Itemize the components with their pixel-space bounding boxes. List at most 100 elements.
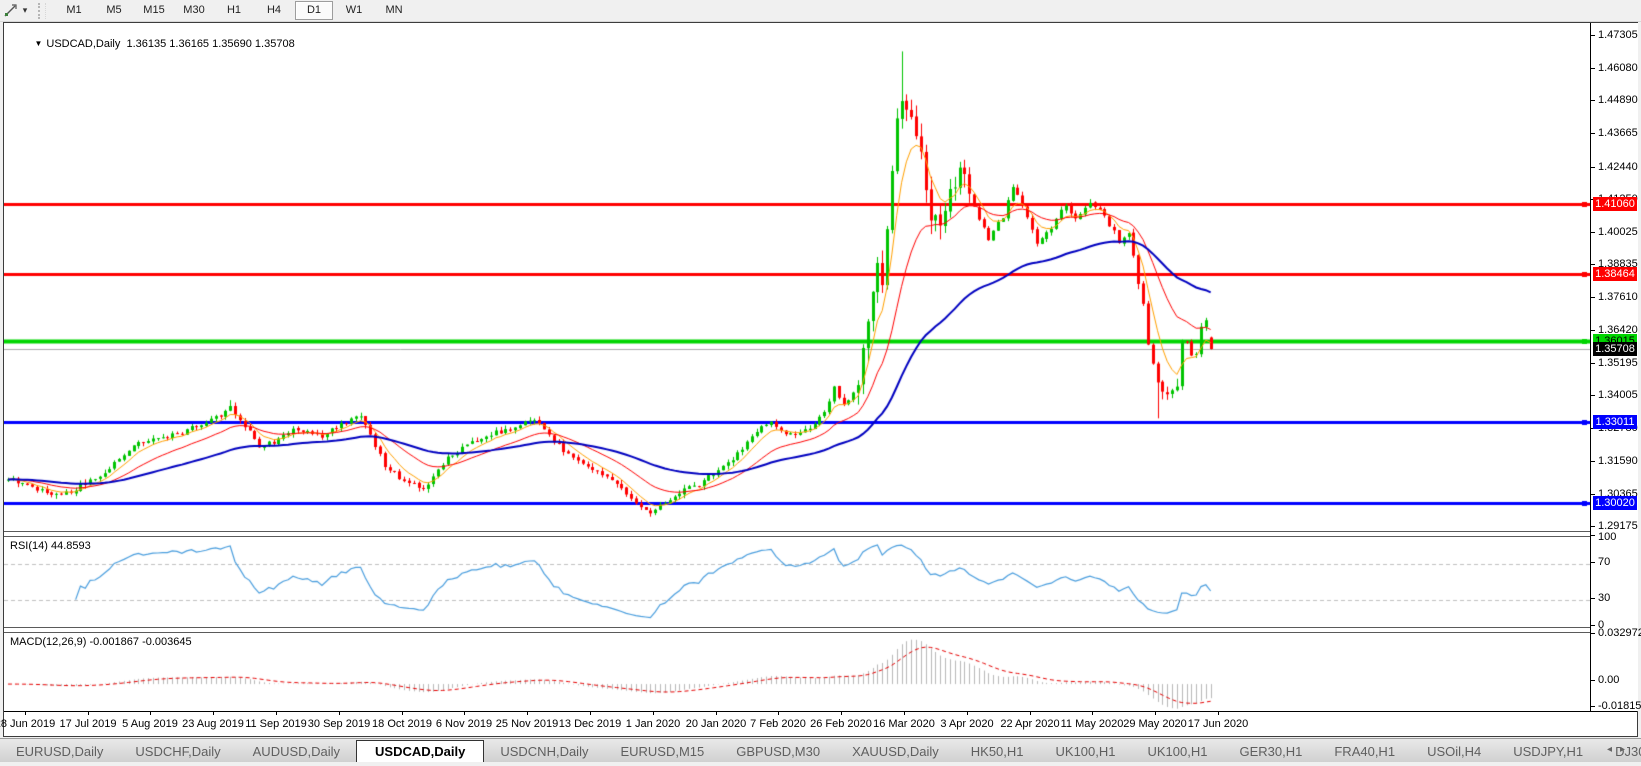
price-chart-canvas[interactable] bbox=[4, 23, 1590, 531]
date-axis-tick bbox=[464, 712, 465, 715]
level-price-tag: 1.33011 bbox=[1593, 415, 1637, 429]
date-axis-label: 17 Jul 2019 bbox=[60, 718, 117, 730]
price-axis-tick bbox=[1591, 363, 1595, 364]
chart-title-ohlc: 1.36135 1.36165 1.35690 1.35708 bbox=[126, 38, 294, 50]
timeframe-button-m1[interactable]: M1 bbox=[55, 1, 93, 20]
date-axis-label: 13 Dec 2019 bbox=[559, 718, 621, 730]
tab-scroll-right-icon[interactable]: ▸ bbox=[1620, 744, 1633, 755]
chart-tab-eurusd-m15[interactable]: EURUSD,M15 bbox=[604, 741, 720, 763]
date-axis-label: 1 Jan 2020 bbox=[626, 718, 680, 730]
date-axis-label: 3 Apr 2020 bbox=[940, 718, 993, 730]
price-axis-tick bbox=[1591, 494, 1595, 495]
rsi-axis-tick bbox=[1591, 598, 1595, 599]
chart-title-symbol: USDCAD,Daily bbox=[46, 38, 120, 50]
date-axis-tick bbox=[402, 712, 403, 715]
macd-axis-tick bbox=[1591, 680, 1595, 681]
timeframe-button-h4[interactable]: H4 bbox=[255, 1, 293, 20]
date-axis-label: 25 Nov 2019 bbox=[496, 718, 558, 730]
price-axis-tick bbox=[1591, 526, 1595, 527]
price-pane[interactable]: ▼ USDCAD,Daily 1.36135 1.36165 1.35690 1.… bbox=[4, 23, 1590, 531]
date-axis-tick bbox=[653, 712, 654, 715]
timeframe-button-mn[interactable]: MN bbox=[375, 1, 413, 20]
date-axis-tick bbox=[967, 712, 968, 715]
status-strip bbox=[0, 762, 1641, 766]
date-axis[interactable]: 28 Jun 201917 Jul 20195 Aug 201923 Aug 2… bbox=[4, 711, 1637, 736]
date-axis-label: 16 Mar 2020 bbox=[873, 718, 935, 730]
chart-tab-usdcad-daily[interactable]: USDCAD,Daily bbox=[356, 740, 484, 764]
current-price-tag: 1.35708 bbox=[1593, 342, 1637, 356]
chart-tab-gbpusd-m30[interactable]: GBPUSD,M30 bbox=[720, 741, 836, 763]
chart-tool-icon[interactable] bbox=[2, 3, 18, 19]
macd-pane[interactable]: MACD(12,26,9) -0.001867 -0.003645 bbox=[4, 633, 1590, 715]
chart-tab-ger30-h1[interactable]: GER30,H1 bbox=[1223, 741, 1318, 763]
rsi-axis-tick bbox=[1591, 535, 1595, 536]
rsi-axis-tick bbox=[1591, 562, 1595, 563]
date-axis-tick bbox=[150, 712, 151, 715]
chart-tab-eurusd-daily[interactable]: EURUSD,Daily bbox=[0, 741, 119, 763]
date-axis-label: 7 Feb 2020 bbox=[750, 718, 806, 730]
timeframe-button-m15[interactable]: M15 bbox=[135, 1, 173, 20]
rsi-canvas[interactable] bbox=[4, 537, 1590, 627]
chart-tab-uk100-h1[interactable]: UK100,H1 bbox=[1040, 741, 1132, 763]
chart-tab-usdchf-daily[interactable]: USDCHF,Daily bbox=[119, 741, 236, 763]
date-axis-label: 29 May 2020 bbox=[1123, 718, 1187, 730]
timeframe-toolbar: M1M5M15M30H1H4D1W1MN bbox=[54, 1, 414, 20]
chart-panes: ▼ USDCAD,Daily 1.36135 1.36165 1.35690 1.… bbox=[4, 23, 1590, 715]
chart-tab-bar: EURUSD,DailyUSDCHF,DailyAUDUSD,DailyUSDC… bbox=[0, 738, 1641, 763]
chart-tab-usoil-h4[interactable]: USOil,H4 bbox=[1411, 741, 1497, 763]
price-axis-tick bbox=[1591, 264, 1595, 265]
timeframe-button-h1[interactable]: H1 bbox=[215, 1, 253, 20]
price-axis-tick-label: 1.46080 bbox=[1598, 62, 1638, 75]
chart-tool-dropdown-icon[interactable]: ▾ bbox=[18, 5, 32, 16]
level-price-tag: 1.30020 bbox=[1593, 496, 1637, 510]
price-axis-tick bbox=[1591, 68, 1595, 69]
chart-tab-hk50-h1[interactable]: HK50,H1 bbox=[955, 741, 1040, 763]
macd-axis-tick-label: 0.00 bbox=[1598, 674, 1619, 687]
chart-tab-xauusd-daily[interactable]: XAUUSD,Daily bbox=[836, 741, 955, 763]
chart-tool-glyph bbox=[4, 4, 17, 17]
date-axis-tick bbox=[25, 712, 26, 715]
price-axis[interactable]: 1.473051.460801.448901.436651.424401.412… bbox=[1590, 23, 1638, 711]
price-axis-tick-label: 1.47305 bbox=[1598, 29, 1638, 42]
price-axis-tick-label: 1.42440 bbox=[1598, 161, 1638, 174]
toolbar-grip[interactable] bbox=[38, 3, 46, 19]
macd-canvas[interactable] bbox=[4, 633, 1590, 715]
chart-tab-fra40-h1[interactable]: FRA40,H1 bbox=[1318, 741, 1411, 763]
date-axis-label: 26 Feb 2020 bbox=[810, 718, 872, 730]
level-price-tag: 1.38464 bbox=[1593, 267, 1637, 281]
date-axis-tick bbox=[1155, 712, 1156, 715]
date-axis-tick bbox=[841, 712, 842, 715]
rsi-label: RSI(14) 44.8593 bbox=[10, 540, 91, 552]
timeframe-button-m5[interactable]: M5 bbox=[95, 1, 133, 20]
date-axis-tick bbox=[527, 712, 528, 715]
timeframe-button-d1[interactable]: D1 bbox=[295, 1, 333, 20]
rsi-axis-tick-label: 100 bbox=[1598, 531, 1616, 544]
date-axis-label: 17 Jun 2020 bbox=[1188, 718, 1249, 730]
date-axis-tick bbox=[716, 712, 717, 715]
chart-title-marker-icon: ▼ bbox=[34, 39, 42, 48]
date-axis-label: 30 Sep 2019 bbox=[308, 718, 370, 730]
date-axis-tick bbox=[276, 712, 277, 715]
macd-label: MACD(12,26,9) -0.001867 -0.003645 bbox=[10, 636, 192, 648]
chart-title: ▼ USDCAD,Daily 1.36135 1.36165 1.35690 1.… bbox=[10, 26, 295, 62]
price-axis-tick-label: 1.34005 bbox=[1598, 389, 1638, 402]
chart-window: ▼ USDCAD,Daily 1.36135 1.36165 1.35690 1.… bbox=[3, 22, 1638, 737]
date-axis-tick bbox=[904, 712, 905, 715]
chart-tab-usdjpy-h1[interactable]: USDJPY,H1 bbox=[1497, 741, 1599, 763]
chart-tab-audusd-daily[interactable]: AUDUSD,Daily bbox=[237, 741, 356, 763]
date-axis-tick bbox=[590, 712, 591, 715]
rsi-pane[interactable]: RSI(14) 44.8593 bbox=[4, 537, 1590, 627]
price-axis-tick-label: 1.44890 bbox=[1598, 94, 1638, 107]
chart-tab-usdcnh-daily[interactable]: USDCNH,Daily bbox=[484, 741, 604, 763]
date-axis-label: 22 Apr 2020 bbox=[1000, 718, 1059, 730]
tab-scroll-arrows[interactable]: ◂▸ bbox=[1607, 744, 1633, 755]
timeframe-button-m30[interactable]: M30 bbox=[175, 1, 213, 20]
timeframe-button-w1[interactable]: W1 bbox=[335, 1, 373, 20]
price-axis-tick bbox=[1591, 35, 1595, 36]
date-axis-tick bbox=[1218, 712, 1219, 715]
chart-tab-uk100-h1[interactable]: UK100,H1 bbox=[1132, 741, 1224, 763]
price-axis-tick bbox=[1591, 461, 1595, 462]
price-axis-tick bbox=[1591, 133, 1595, 134]
tab-scroll-left-icon[interactable]: ◂ bbox=[1607, 744, 1620, 755]
price-axis-tick-label: 1.35195 bbox=[1598, 357, 1638, 370]
